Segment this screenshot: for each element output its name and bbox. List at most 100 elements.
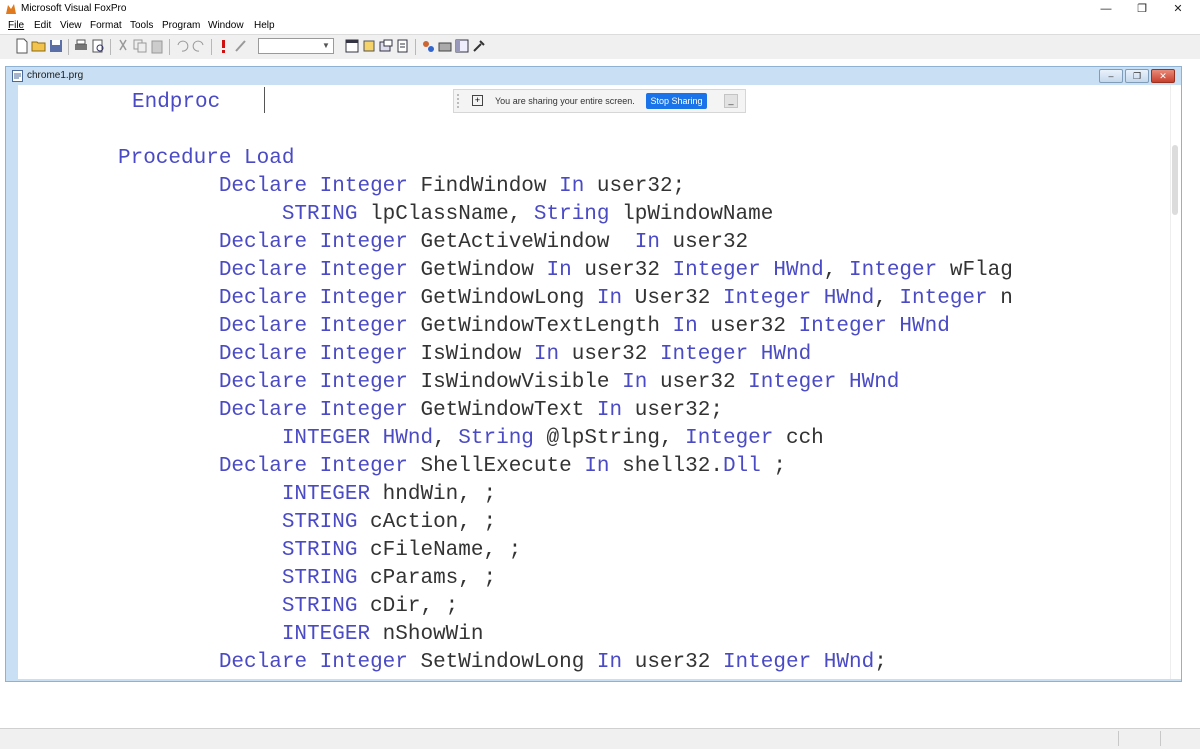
code-text: IsWindowVisible [407,371,623,394]
code-line[interactable]: Declare Integer GetWindowTextLength In u… [118,313,950,341]
data-session-icon[interactable] [361,38,377,54]
menu-help[interactable]: Help [254,19,275,33]
menu-program[interactable]: Program [162,19,200,33]
code-line[interactable]: Declare Integer IsWindow In user32 Integ… [118,341,811,369]
code-line[interactable]: Declare Integer SetWindowLong In user32 … [118,649,887,677]
undo-icon[interactable] [174,38,190,54]
code-line[interactable]: Procedure Load [118,145,294,173]
editor-minimize-button[interactable]: – [1099,69,1123,83]
save-icon[interactable] [48,38,64,54]
code-text: nShowWin [370,623,484,646]
code-text: user32 [659,231,749,254]
code-keyword: Declare [218,455,308,478]
menu-view[interactable]: View [60,19,82,33]
code-text: ; [874,651,887,674]
menu-file-label: File [8,20,25,31]
code-keyword: Declare [218,315,308,338]
open-folder-icon[interactable] [31,38,47,54]
code-references-icon[interactable] [420,38,436,54]
code-line[interactable]: Declare Integer GetActiveWindow In user3… [118,229,748,257]
code-keyword: INTEGER [281,427,371,450]
paste-icon[interactable] [149,38,165,54]
code-keyword: HWnd [382,427,434,450]
form-designer-icon[interactable] [378,38,394,54]
stop-sharing-button[interactable]: Stop Sharing [646,93,707,109]
code-line[interactable]: Declare Integer GetWindowLong In User32 … [118,285,1013,313]
new-file-icon[interactable] [14,38,30,54]
code-text: ; [760,455,786,478]
code-keyword: Procedure [118,147,232,170]
menu-edit[interactable]: Edit [34,19,51,33]
code-text: user32 [697,315,799,338]
drag-handle-icon[interactable] [457,94,461,108]
menu-window[interactable]: Window [208,19,244,33]
code-text: wFlag [937,259,1013,282]
tools-icon[interactable] [471,38,487,54]
code-keyword: Integer [319,287,408,310]
code-text: user32; [622,399,723,422]
code-line[interactable]: STRING cDir, ; [118,593,458,621]
code-line[interactable]: Declare Integer GetWindowText In user32; [118,397,723,425]
code-line[interactable]: INTEGER hndWin, ; [118,481,496,509]
minimize-button[interactable]: — [1088,0,1124,18]
editor-close-button[interactable]: ✕ [1151,69,1175,83]
restore-button[interactable]: ❐ [1124,0,1160,18]
code-text: FindWindow [407,175,560,198]
copy-icon[interactable] [132,38,148,54]
task-pane-icon[interactable] [454,38,470,54]
cut-icon[interactable] [115,38,131,54]
status-panel-divider [1118,731,1120,746]
scrollbar-thumb[interactable] [1172,145,1178,215]
menu-tools[interactable]: Tools [130,19,153,33]
code-line[interactable]: Declare Integer FindWindow In user32; [118,173,685,201]
code-keyword: HWnd [899,315,950,338]
code-keyword: STRING [281,539,358,562]
code-keyword: Integer [722,287,812,310]
database-combo[interactable]: ▼ [258,38,334,54]
close-button[interactable]: ✕ [1160,0,1196,18]
title-bar: Microsoft Visual FoxPro — ❐ ✕ [0,0,1200,19]
code-line[interactable]: INTEGER HWnd, String @lpString, Integer … [118,425,824,453]
code-line[interactable]: Declare Integer ShellExecute In shell32.… [118,453,786,481]
run-icon[interactable] [216,38,232,54]
code-keyword: In [546,259,572,282]
code-line[interactable]: Declare Integer GetWindow In user32 Inte… [118,257,1013,285]
chevron-down-icon: ▼ [322,41,330,50]
code-text-area[interactable]: Endproc Procedure Load Declare Integer Fi… [18,85,1170,679]
code-line[interactable]: STRING cAction, ; [118,509,496,537]
code-keyword: Integer [319,315,408,338]
code-line[interactable]: Endproc [132,89,220,117]
redo-icon[interactable] [191,38,207,54]
editor-restore-button[interactable]: ❐ [1125,69,1149,83]
editor-title-bar[interactable]: chrome1.prg – ❐ ✕ [6,67,1181,85]
print-icon[interactable] [73,38,89,54]
code-line[interactable]: STRING lpClassName, String lpWindowName [118,201,774,229]
menu-file[interactable]: File [8,19,24,33]
command-window-icon[interactable] [344,38,360,54]
code-line[interactable]: Declare Integer IsWindowVisible In user3… [118,369,900,397]
report-designer-icon[interactable] [395,38,411,54]
menu-format[interactable]: Format [90,19,122,33]
modify-form-icon[interactable] [233,38,249,54]
code-line[interactable]: STRING cParams, ; [118,565,496,593]
code-text: @lpString, [533,427,686,450]
code-line[interactable]: STRING cFileName, ; [118,537,521,565]
code-line[interactable]: INTEGER nShowWin [118,621,484,649]
print-preview-icon[interactable] [90,38,106,54]
code-keyword: HWnd [760,343,812,366]
share-minimize-button[interactable]: _ [724,94,738,108]
vertical-scrollbar[interactable] [1170,85,1181,679]
toolbox-icon[interactable] [437,38,453,54]
